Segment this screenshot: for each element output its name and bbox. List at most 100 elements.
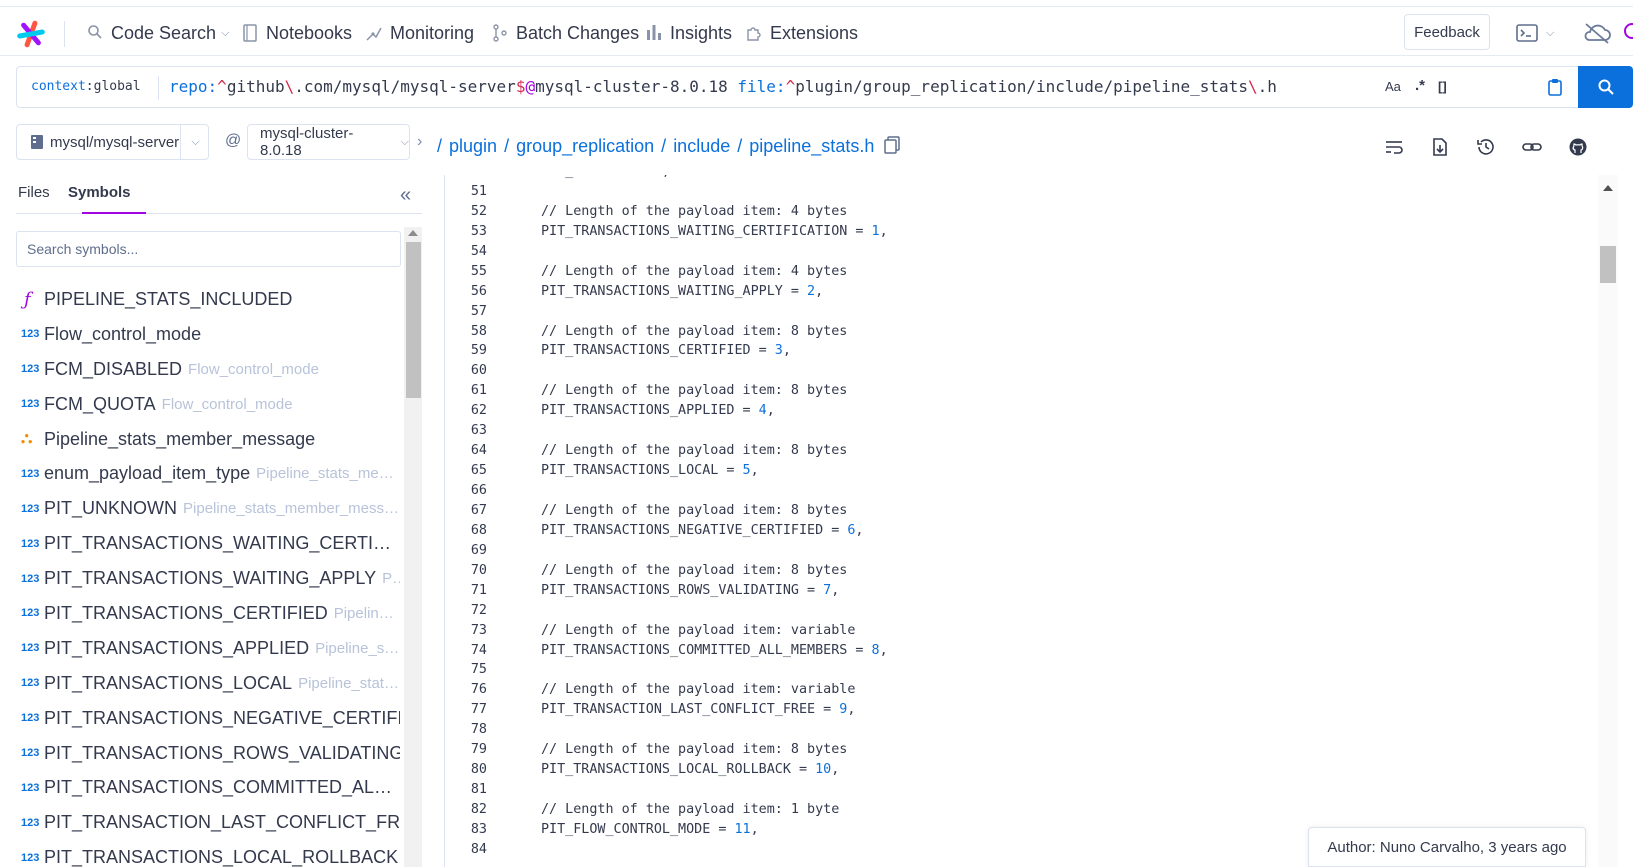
line-content: PIT_TRANSACTIONS_CERTIFIED = 3, — [487, 341, 791, 361]
symbol-list-item[interactable]: 123 PIT_TRANSACTIONS_WAITING_APPLY Pipelin… — [16, 561, 400, 596]
symbol-list-item[interactable]: 123 Flow_control_mode — [16, 317, 400, 352]
line-number[interactable]: 84 — [445, 840, 487, 860]
line-number[interactable]: 81 — [445, 780, 487, 800]
breadcrumb-include[interactable]: include — [673, 136, 730, 156]
line-number[interactable]: 70 — [445, 561, 487, 581]
line-content: // Length of the payload item: 4 bytes — [487, 262, 847, 282]
breadcrumb-plugin[interactable]: plugin — [449, 136, 497, 156]
search-query-text[interactable]: repo:^github\.com/mysql/mysql-server$@my… — [169, 77, 1277, 96]
line-number[interactable]: 64 — [445, 441, 487, 461]
nav-monitoring[interactable]: Monitoring — [365, 19, 474, 47]
blame-author-badge[interactable]: Author: Nuno Carvalho, 3 years ago — [1308, 827, 1586, 867]
symbol-list-item[interactable]: 123 PIT_TRANSACTIONS_LOCAL Pipeline_stats_… — [16, 666, 400, 701]
line-number[interactable]: 56 — [445, 282, 487, 302]
line-number[interactable]: 73 — [445, 621, 487, 641]
symbol-list-item[interactable]: 123 PIT_TRANSACTIONS_WAITING_CERTIFICATI.… — [16, 526, 400, 561]
tab-files[interactable]: Files — [18, 184, 50, 201]
symbol-list-item[interactable]: ⛬ Pipeline_stats_member_message — [16, 422, 400, 457]
line-content: PIT_TRANSACTIONS_NEGATIVE_CERTIFIED = 6, — [487, 521, 863, 541]
line-number[interactable]: 60 — [445, 361, 487, 381]
regex-toggle[interactable]: .* — [1415, 77, 1425, 94]
line-number[interactable]: 51 — [445, 182, 487, 202]
line-number[interactable]: 52 — [445, 202, 487, 222]
line-number[interactable]: 69 — [445, 541, 487, 561]
breadcrumb-file[interactable]: pipeline_stats.h — [749, 136, 874, 156]
github-icon[interactable] — [1568, 137, 1588, 157]
line-number[interactable]: 79 — [445, 740, 487, 760]
line-number[interactable]: 68 — [445, 521, 487, 541]
line-number[interactable]: 58 — [445, 322, 487, 342]
code-number-literal: 11 — [734, 821, 751, 837]
nav-batch-changes[interactable]: Batch Changes — [491, 19, 639, 47]
symbol-list-item[interactable]: 123PIT_TRANSACTIONS_LOCAL_ROLLBACKPipe..… — [16, 840, 400, 867]
search-query-input[interactable]: context:global repo:^github\.com/mysql/m… — [16, 66, 1578, 108]
case-sensitivity-toggle[interactable]: Aa — [1385, 79, 1401, 94]
line-number[interactable]: 76 — [445, 680, 487, 700]
line-number[interactable]: 80 — [445, 760, 487, 780]
nav-code-search[interactable]: Code Search ⌵ — [86, 19, 229, 47]
history-icon[interactable] — [1476, 137, 1496, 157]
symbol-list-item[interactable]: ƒ PIPELINE_STATS_INCLUDED — [16, 282, 400, 317]
query-repo-end: $ — [515, 77, 526, 96]
symbol-list-item[interactable]: 123PIT_TRANSACTION_LAST_CONFLICT_FREEPi.… — [16, 805, 400, 840]
avatar[interactable] — [1624, 23, 1633, 39]
symbol-list-item[interactable]: 123 PIT_TRANSACTIONS_APPLIED Pipeline_stat… — [16, 631, 400, 666]
symbol-list-item[interactable]: 123PIT_TRANSACTIONS_NEGATIVE_CERTIFIEDP.… — [16, 701, 400, 736]
line-number[interactable]: 66 — [445, 481, 487, 501]
line-number[interactable]: 82 — [445, 800, 487, 820]
cloud-off-icon[interactable] — [1582, 21, 1612, 45]
download-file-icon[interactable] — [1430, 137, 1450, 157]
line-number[interactable]: 57 — [445, 302, 487, 322]
line-number[interactable]: 71 — [445, 581, 487, 601]
scroll-up-arrow-icon[interactable] — [408, 230, 418, 236]
scroll-up-arrow-icon[interactable] — [1603, 185, 1613, 191]
sourcegraph-logo-icon[interactable] — [16, 19, 46, 49]
line-number[interactable]: 59 — [445, 341, 487, 361]
line-number[interactable]: 78 — [445, 720, 487, 740]
symbol-search-input[interactable] — [16, 231, 401, 267]
link-icon[interactable] — [1522, 137, 1542, 157]
line-number[interactable]: 83 — [445, 820, 487, 840]
line-number[interactable]: 55 — [445, 262, 487, 282]
repo-dropdown-toggle[interactable]: ⌵ — [180, 125, 210, 159]
structural-search-toggle[interactable]: [] — [1438, 79, 1447, 94]
symbol-list-item[interactable]: 123 PIT_TRANSACTIONS_CERTIFIED Pipeline_st… — [16, 596, 400, 631]
line-number[interactable]: 54 — [445, 242, 487, 262]
line-number[interactable]: 63 — [445, 421, 487, 441]
revision-selector-button[interactable]: mysql-cluster-8.0.18 ⌵ — [247, 124, 410, 160]
nav-insights[interactable]: Insights — [645, 19, 732, 47]
collapse-sidebar-icon[interactable]: « — [400, 184, 411, 207]
line-number[interactable]: 74 — [445, 641, 487, 661]
line-number[interactable]: 77 — [445, 700, 487, 720]
breadcrumb-group-replication[interactable]: group_replication — [516, 136, 654, 156]
feedback-button[interactable]: Feedback — [1404, 14, 1490, 50]
copy-path-icon[interactable] — [884, 136, 900, 154]
enum-icon: 123 — [21, 851, 40, 864]
terminal-menu-button[interactable]: ⌵ — [1516, 21, 1562, 45]
tab-symbols[interactable]: Symbols — [68, 184, 131, 201]
search-button[interactable] — [1578, 66, 1633, 108]
line-number[interactable]: 62 — [445, 401, 487, 421]
line-number[interactable]: 72 — [445, 601, 487, 621]
nav-extensions[interactable]: Extensions — [745, 19, 858, 47]
nav-notebooks[interactable]: Notebooks — [241, 19, 352, 47]
wrap-lines-icon[interactable] — [1384, 137, 1404, 157]
line-number[interactable]: 53 — [445, 222, 487, 242]
line-number[interactable]: 50 — [445, 175, 487, 182]
symbol-list-item[interactable]: 123 PIT_TRANSACTIONS_COMMITTED_ALL_ME... — [16, 770, 400, 805]
search-context-dropdown[interactable]: context:global — [31, 79, 141, 94]
symbol-list-item[interactable]: 123PIT_TRANSACTIONS_ROWS_VALIDATINGPi... — [16, 736, 400, 771]
sidebar-scrollbar-thumb[interactable] — [406, 242, 421, 398]
line-number[interactable]: 65 — [445, 461, 487, 481]
symbol-list-item[interactable]: 123 FCM_DISABLED Flow_control_mode — [16, 352, 400, 387]
repo-selector-button[interactable]: mysql/mysql-server ⌵ — [16, 124, 209, 160]
symbol-list-item[interactable]: 123 FCM_QUOTA Flow_control_mode — [16, 387, 400, 422]
query-repo-part: .com/mysql/mysql-server — [294, 77, 516, 96]
symbol-list-item[interactable]: 123 enum_payload_item_type Pipeline_stats_… — [16, 456, 400, 491]
line-number[interactable]: 61 — [445, 381, 487, 401]
line-number[interactable]: 67 — [445, 501, 487, 521]
symbol-list-item[interactable]: 123 PIT_UNKNOWN Pipeline_stats_member_mess… — [16, 491, 400, 526]
code-scrollbar-thumb[interactable] — [1600, 246, 1616, 283]
clipboard-icon[interactable] — [1546, 78, 1564, 96]
line-number[interactable]: 75 — [445, 660, 487, 680]
